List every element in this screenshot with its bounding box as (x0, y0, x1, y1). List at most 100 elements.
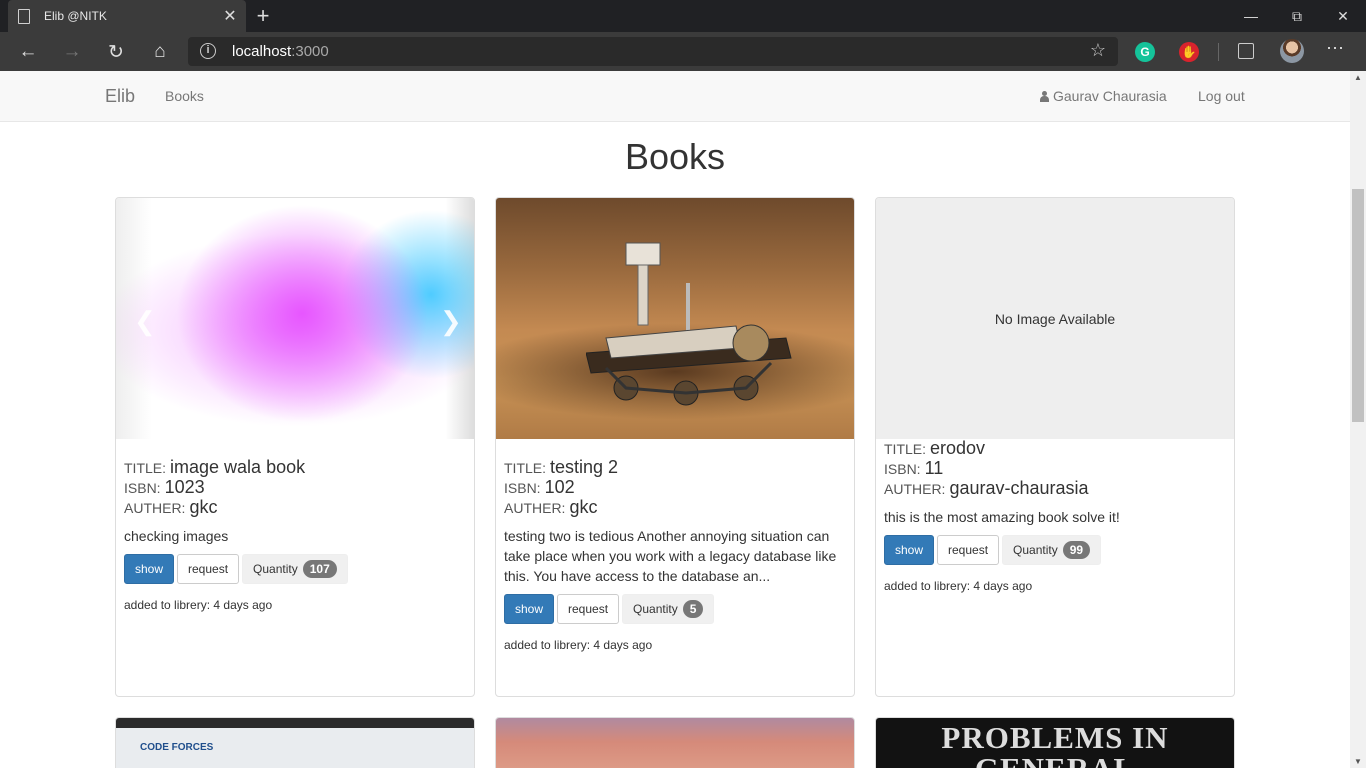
carousel-prev-icon[interactable]: ❮ (134, 306, 156, 337)
info-icon[interactable]: i (200, 43, 216, 59)
book-title-row: TITLE: testing 2 (504, 458, 846, 478)
added-value: 4 days ago (213, 598, 273, 612)
auther-label: AUTHER: (884, 481, 946, 497)
browser-tab[interactable]: Elib @NITK ✕ (8, 0, 246, 32)
show-button[interactable]: show (504, 594, 555, 624)
quantity-label: Quantity (633, 602, 678, 616)
book-image (496, 198, 854, 439)
title-label: TITLE: (884, 441, 927, 457)
book-auther: gkc (189, 497, 218, 517)
book-card-body: TITLE: testing 2 ISBN: 102 AUTHER: gkc test… (504, 458, 846, 652)
user-profile-link[interactable]: Gaurav Chaurasia (1040, 88, 1167, 104)
browser-tab-bar: Elib @NITK ✕ + — ⧉ ✕ (0, 0, 1366, 32)
quantity-badge: 107 (302, 560, 337, 578)
added-date: added to librery: 4 days ago (124, 598, 466, 612)
added-date: added to librery: 4 days ago (504, 638, 846, 652)
book-isbn-row: ISBN: 102 (504, 478, 846, 498)
quantity-label: Quantity (253, 562, 298, 576)
no-image-text: No Image Available (994, 310, 1116, 327)
user-name: Gaurav Chaurasia (1053, 88, 1167, 104)
home-icon[interactable]: ⌂ (144, 36, 176, 68)
quantity-button[interactable]: Quantity 5 (622, 594, 715, 624)
book-title-row: TITLE: image wala book (124, 458, 466, 478)
added-value: 4 days ago (593, 638, 653, 652)
page-scrollbar[interactable]: ▲ ▼ (1350, 71, 1366, 768)
title-label: TITLE: (124, 460, 167, 476)
book-card: TITLE: testing 2 ISBN: 102 AUTHER: gkc test… (495, 197, 855, 697)
user-icon (1040, 91, 1049, 102)
scroll-down-icon[interactable]: ▼ (1354, 757, 1362, 766)
added-value: 4 days ago (973, 579, 1033, 593)
browser-toolbar: ← → ↻ ⌂ i localhost:3000 ☆ G ✋ ⋯ (0, 32, 1366, 71)
quantity-button[interactable]: Quantity 99 (1002, 535, 1102, 565)
tab-close-icon[interactable]: ✕ (220, 6, 240, 26)
book-card-body: TITLE: image wala book ISBN: 1023 AUTHER: g… (124, 458, 466, 612)
restore-icon[interactable]: ⧉ (1274, 0, 1320, 32)
brand-link[interactable]: Elib (105, 86, 135, 107)
book-card-partial (495, 717, 855, 768)
star-icon[interactable]: ☆ (1090, 40, 1106, 61)
minimize-icon[interactable]: — (1228, 0, 1274, 32)
book-actions: show request Quantity 5 (504, 594, 846, 624)
book-auther-row: AUTHER: gkc (124, 498, 466, 518)
added-label: added to librery: (504, 638, 591, 652)
book-isbn-row: ISBN: 11 (884, 459, 1226, 479)
auther-label: AUTHER: (504, 500, 566, 516)
rover-image (586, 242, 792, 406)
isbn-label: ISBN: (504, 480, 541, 496)
grammarly-extension-icon[interactable]: G (1135, 42, 1155, 62)
book-isbn: 1023 (164, 477, 205, 497)
new-tab-icon[interactable]: + (252, 3, 274, 29)
sunset-image (496, 718, 854, 768)
forward-arrow-icon[interactable]: → (56, 36, 88, 68)
book-image-carousel: ❮ ❯ (116, 198, 474, 439)
title-label: TITLE: (504, 460, 547, 476)
url-port: :3000 (291, 43, 329, 60)
address-bar[interactable]: i localhost:3000 ☆ (188, 37, 1118, 66)
book-card-partial: CODE FORCES (115, 717, 475, 768)
scroll-up-icon[interactable]: ▲ (1354, 73, 1362, 82)
book-isbn: 11 (924, 458, 944, 478)
request-button[interactable]: request (177, 554, 240, 584)
books-nav-link[interactable]: Books (165, 88, 204, 104)
book-auther: gaurav-chaurasia (949, 478, 1089, 498)
screenshot-image: CODE FORCES (116, 728, 474, 768)
isbn-label: ISBN: (124, 480, 161, 496)
book-title: image wala book (170, 457, 306, 477)
show-button[interactable]: show (124, 554, 175, 584)
screenshot-tabs (116, 718, 474, 728)
book-auther-row: AUTHER: gaurav-chaurasia (884, 479, 1226, 499)
collections-icon[interactable] (1238, 43, 1254, 59)
request-button[interactable]: request (937, 535, 1000, 565)
url-host: localhost (232, 43, 292, 60)
adblock-extension-icon[interactable]: ✋ (1179, 42, 1199, 62)
book-card: No Image Available TITLE: erodov ISBN: 11 … (875, 197, 1235, 697)
refresh-icon[interactable]: ↻ (100, 36, 132, 68)
window-close-icon[interactable]: ✕ (1320, 0, 1366, 32)
page-title: Books (624, 136, 726, 177)
scrollbar-thumb[interactable] (1352, 189, 1364, 422)
toolbar-divider (1218, 43, 1219, 61)
book-actions: show request Quantity 99 (884, 535, 1226, 565)
quantity-button[interactable]: Quantity 107 (242, 554, 348, 584)
tab-title: Elib @NITK (44, 9, 107, 23)
profile-avatar[interactable] (1280, 39, 1304, 63)
quantity-label: Quantity (1013, 543, 1058, 557)
isbn-label: ISBN: (884, 461, 921, 477)
site-navbar: Elib Books Gaurav Chaurasia Log out (0, 71, 1350, 122)
page-viewport: Elib Books Gaurav Chaurasia Log out Book… (0, 71, 1350, 768)
auther-label: AUTHER: (124, 500, 186, 516)
show-button[interactable]: show (884, 535, 935, 565)
book-title-row: TITLE: erodov (884, 439, 1226, 459)
url-text[interactable]: localhost:3000 (232, 43, 329, 60)
more-icon[interactable]: ⋯ (1326, 38, 1345, 59)
carousel-next-icon[interactable]: ❯ (440, 306, 462, 337)
quantity-badge: 5 (682, 600, 704, 618)
added-date: added to librery: 4 days ago (884, 579, 1226, 593)
book-isbn-row: ISBN: 1023 (124, 478, 466, 498)
request-button[interactable]: request (557, 594, 620, 624)
logout-link[interactable]: Log out (1198, 88, 1245, 104)
book-actions: show request Quantity 107 (124, 554, 466, 584)
back-arrow-icon[interactable]: ← (12, 36, 44, 68)
added-label: added to librery: (884, 579, 971, 593)
